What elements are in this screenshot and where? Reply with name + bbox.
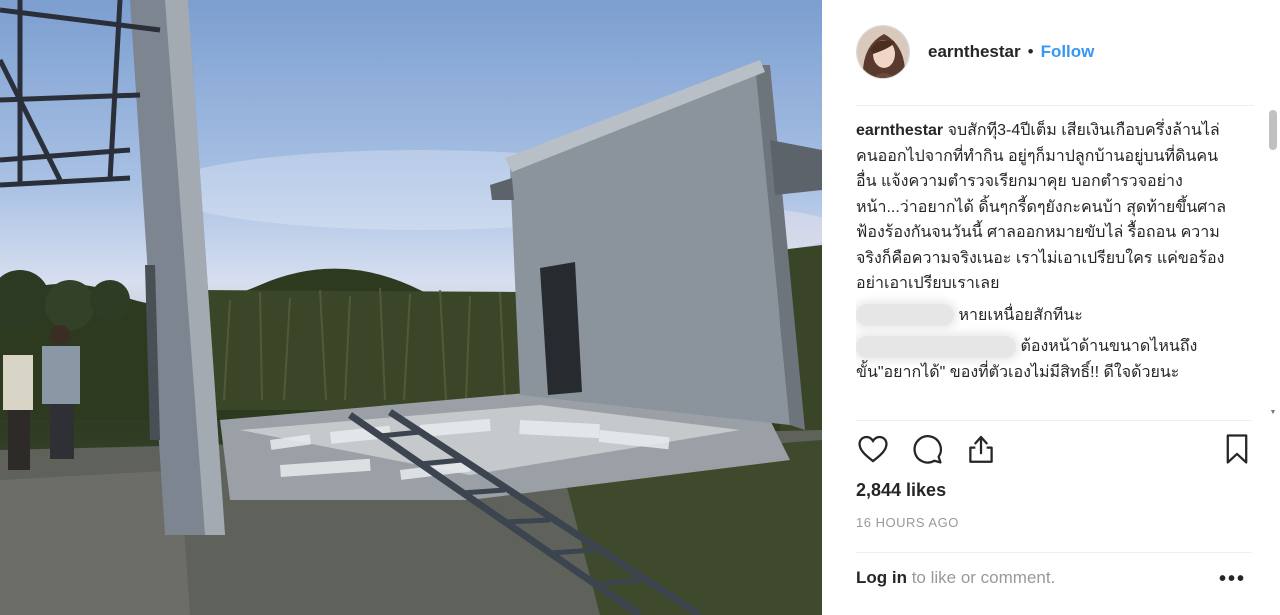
avatar[interactable]	[856, 25, 910, 79]
scrollbar-thumb[interactable]	[1269, 110, 1277, 150]
comment-item: ต้องหน้าด้านขนาดไหนถึงขั้น"อยากได้" ของท…	[856, 334, 1238, 385]
caption-text: จบสักทีุ3-4ปีเต็ม เสียเงินเกือบครึ่งล้าน…	[856, 122, 1227, 292]
header-username[interactable]: earnthestar	[928, 42, 1021, 62]
comment-item: หายเหนื่อยสักทีนะ	[856, 303, 1238, 329]
header-separator: •	[1027, 42, 1034, 61]
comments-scrollbar[interactable]: ▼	[1268, 107, 1278, 417]
bookmark-icon-svg	[1226, 434, 1248, 464]
login-link[interactable]: Log in	[856, 568, 907, 587]
share-icon-svg	[969, 435, 993, 463]
post-photo[interactable]	[0, 0, 822, 615]
bookmark-icon[interactable]	[1220, 432, 1256, 468]
speech-bubble-icon-svg	[913, 435, 942, 464]
likes-count[interactable]: 2,844 likes	[856, 480, 946, 501]
heart-icon[interactable]	[856, 432, 892, 468]
follow-button[interactable]: Follow	[1041, 42, 1095, 62]
comment-text: หายเหนื่อยสักทีนะ	[958, 306, 1083, 324]
blurred-username	[856, 335, 1016, 358]
caption-username[interactable]: earnthestar	[856, 122, 943, 139]
post-header: earnthestar • Follow	[856, 24, 1256, 80]
login-suffix: to like or comment.	[906, 568, 1056, 587]
post-timestamp[interactable]: 16 HOURS AGO	[856, 515, 959, 530]
share-icon[interactable]	[964, 432, 1000, 468]
photo-illustration	[0, 0, 822, 615]
post-caption: earnthestar จบสักทีุ3-4ปีเต็ม เสียเงินเก…	[856, 118, 1238, 297]
scroll-down-arrow-icon[interactable]: ▼	[1268, 409, 1278, 417]
login-prompt: Log in to like or comment.	[856, 568, 1055, 588]
header-divider	[856, 105, 1254, 106]
blurred-username	[856, 304, 954, 327]
heart-icon-svg	[858, 435, 888, 463]
more-options-icon[interactable]: •••	[1219, 568, 1246, 591]
post-actions	[856, 432, 1252, 472]
comments-list[interactable]: earnthestar จบสักทีุ3-4ปีเต็ม เสียเงินเก…	[856, 118, 1238, 418]
avatar-image	[857, 26, 909, 78]
login-divider	[856, 552, 1252, 553]
speech-bubble-icon[interactable]	[910, 432, 946, 468]
actions-divider	[856, 420, 1252, 421]
